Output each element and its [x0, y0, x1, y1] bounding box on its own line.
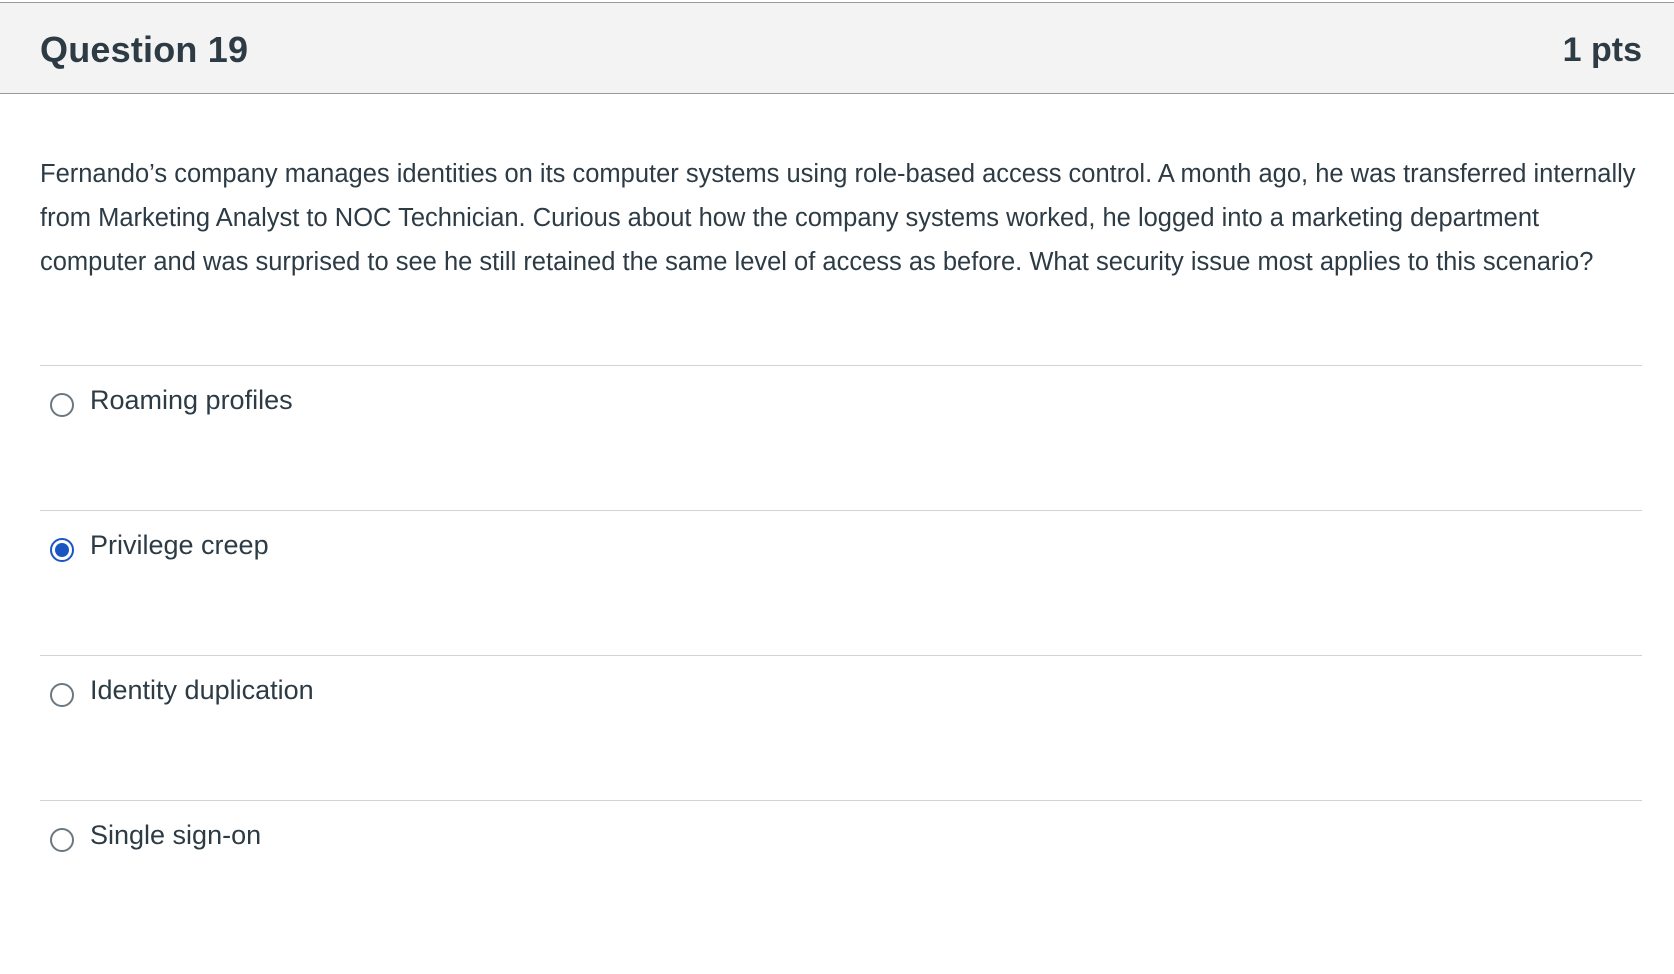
question-title: Question 19	[40, 29, 249, 70]
radio-button[interactable]	[50, 393, 74, 417]
answer-label[interactable]: Roaming profiles	[90, 385, 293, 416]
radio-button[interactable]	[50, 538, 74, 562]
radio-button[interactable]	[50, 683, 74, 707]
answer-option-single-sign-on[interactable]: Single sign-on	[40, 800, 1642, 945]
answer-option-privilege-creep[interactable]: Privilege creep	[40, 510, 1642, 655]
question-header: Question 19 1 pts	[0, 2, 1674, 94]
radio-button[interactable]	[50, 828, 74, 852]
question-text: Fernando’s company manages identities on…	[40, 160, 1636, 276]
question-points: 1 pts	[1562, 31, 1642, 69]
question-text-container: Fernando’s company manages identities on…	[40, 152, 1640, 304]
answer-label[interactable]: Identity duplication	[90, 675, 314, 706]
answer-label[interactable]: Single sign-on	[90, 820, 261, 851]
answer-label[interactable]: Privilege creep	[90, 530, 269, 561]
quiz-question: Question 19 1 pts Fernando’s company man…	[0, 2, 1674, 974]
answer-list: Roaming profiles Privilege creep Identit…	[40, 365, 1642, 945]
answer-option-identity-duplication[interactable]: Identity duplication	[40, 655, 1642, 800]
answer-option-roaming-profiles[interactable]: Roaming profiles	[40, 365, 1642, 510]
